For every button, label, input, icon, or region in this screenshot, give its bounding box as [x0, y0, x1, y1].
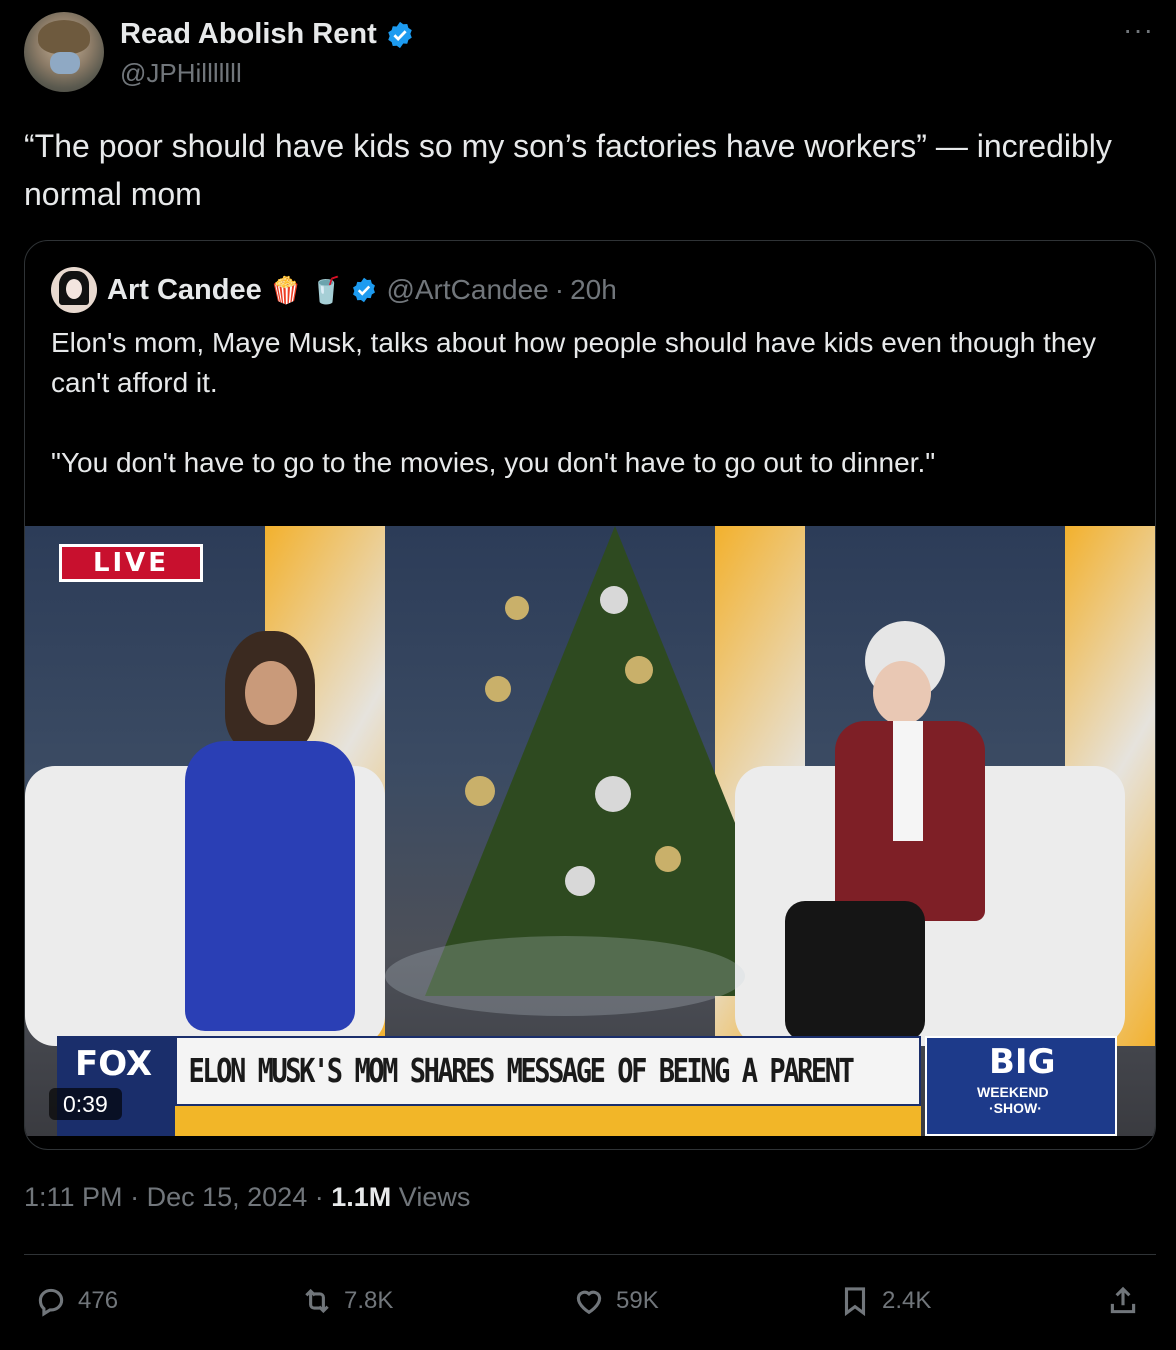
tweet-time[interactable]: 1:11 PM [24, 1182, 123, 1212]
ornament [625, 656, 653, 684]
quoted-timestamp[interactable]: 20h [570, 274, 617, 306]
meta-separator: · [314, 1182, 324, 1212]
tweet-date[interactable]: Dec 15, 2024 [147, 1182, 308, 1212]
ornament [565, 866, 595, 896]
share-button[interactable] [1106, 1284, 1140, 1318]
quoted-author-name[interactable]: Art Candee [107, 274, 262, 307]
tweet-meta: 1:11 PM · Dec 15, 2024 · 1.1M Views [24, 1182, 470, 1213]
bookmark-count: 2.4K [882, 1287, 932, 1314]
weekend-text: WEEKEND [977, 1084, 1049, 1100]
big-text: BIG [989, 1042, 1056, 1082]
repost-count: 7.8K [344, 1287, 394, 1314]
like-button[interactable]: 59K [572, 1284, 659, 1318]
bookmark-button[interactable]: 2.4K [838, 1284, 931, 1318]
drink-emoji: 🥤 [310, 274, 343, 305]
avatar-mask [50, 52, 80, 74]
views-label: Views [398, 1182, 471, 1212]
live-label: LIVE [62, 547, 200, 579]
tweet-text: “The poor should have kids so my son’s f… [24, 128, 1112, 212]
views-count: 1.1M [331, 1182, 392, 1212]
quoted-avatar-face [66, 279, 82, 299]
guest-figure [765, 621, 985, 1041]
verified-badge-icon [387, 21, 412, 48]
ornament [595, 776, 631, 812]
repost-button[interactable]: 7.8K [300, 1284, 393, 1318]
show-text: ·SHOW· [989, 1100, 1042, 1116]
like-count: 59K [616, 1287, 659, 1314]
live-badge: LIVE [59, 544, 203, 582]
more-horizontal-icon[interactable]: ··· [1123, 16, 1154, 44]
reply-icon [38, 1288, 64, 1317]
ornament [485, 676, 511, 702]
action-bar: 476 7.8K 59K 2.4K [0, 1284, 1176, 1324]
avatar-hair [38, 20, 90, 54]
fox-logo-text: FOX [75, 1044, 153, 1084]
glass-table [385, 936, 745, 1016]
quoted-paragraph-1: Elon's mom, Maye Musk, talks about how p… [51, 327, 1097, 398]
ornament [505, 596, 529, 620]
quoted-separator: · [554, 274, 565, 305]
host-figure [175, 631, 355, 1031]
quoted-author-avatar[interactable] [51, 267, 97, 313]
reply-button[interactable]: 476 [34, 1284, 118, 1318]
share-icon [1110, 1286, 1136, 1314]
repost-icon [305, 1288, 329, 1314]
author-name-line: Read Abolish Rent [120, 18, 415, 51]
author-avatar[interactable] [24, 12, 104, 92]
divider [24, 1254, 1156, 1255]
reply-count: 476 [78, 1287, 119, 1314]
video-duration-badge: 0:39 [49, 1088, 122, 1120]
ornament [465, 776, 495, 806]
quoted-tweet-card[interactable]: Art Candee 🍿 🥤 @ArtCandee · 20h Elon's m… [24, 240, 1156, 1150]
bookmark-icon [844, 1287, 866, 1317]
heart-icon [576, 1290, 602, 1315]
news-chyron: ELON MUSK'S MOM SHARES MESSAGE OF BEING … [175, 1036, 921, 1106]
big-weekend-show-logo: BIG WEEKEND ·SHOW· [925, 1036, 1117, 1136]
video-player[interactable]: LIVE FOX ELON MUSK'S MOM SHARES MESSAGE … [25, 526, 1155, 1136]
author-display-name[interactable]: Read Abolish Rent [120, 18, 377, 51]
quoted-verified-badge-icon [353, 277, 376, 303]
meta-separator: · [130, 1182, 140, 1212]
ornament [600, 586, 628, 614]
tweet-header: Read Abolish Rent @JPHilllllll ··· [24, 12, 1154, 96]
quoted-paragraph-2: "You don't have to go to the movies, you… [51, 447, 936, 478]
fox-news-logo: FOX [57, 1036, 177, 1136]
chyron-band [175, 1106, 921, 1136]
quoted-tweet-header: Art Candee 🍿 🥤 @ArtCandee · 20h [51, 267, 617, 313]
ornament [655, 846, 681, 872]
author-handle[interactable]: @JPHilllllll [120, 58, 242, 89]
quoted-tweet-text: Elon's mom, Maye Musk, talks about how p… [51, 323, 1141, 523]
chyron-text: ELON MUSK'S MOM SHARES MESSAGE OF BEING … [188, 1051, 854, 1090]
quoted-author-handle[interactable]: @ArtCandee [386, 274, 548, 306]
popcorn-emoji: 🍿 [269, 274, 303, 305]
